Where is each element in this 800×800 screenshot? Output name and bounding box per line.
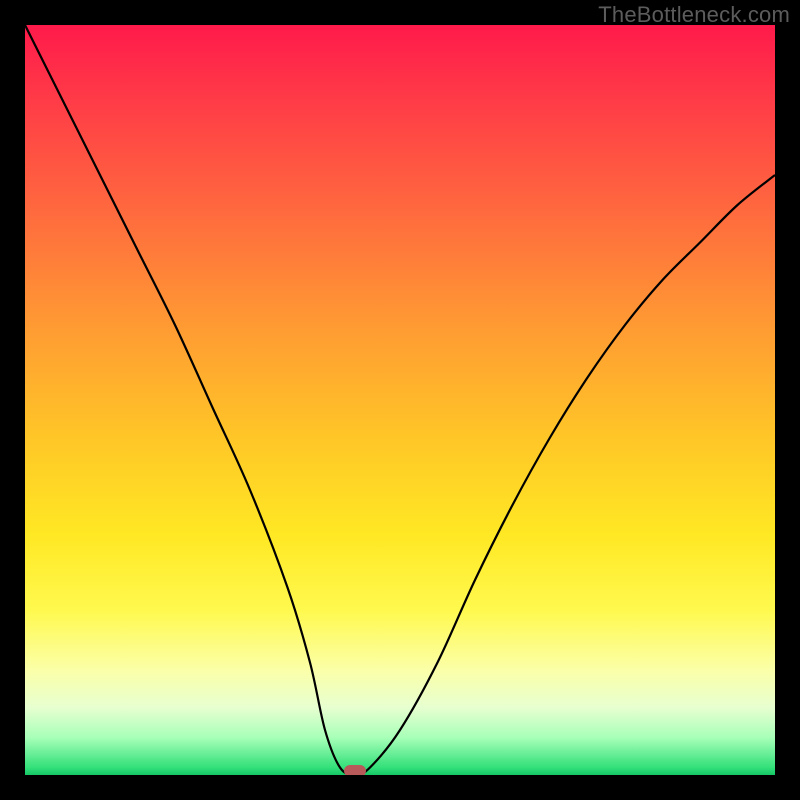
- plot-area: [25, 25, 775, 775]
- bottleneck-curve: [25, 25, 775, 775]
- chart-frame: TheBottleneck.com: [0, 0, 800, 800]
- optimal-marker: [344, 765, 366, 775]
- curve-path: [25, 25, 775, 775]
